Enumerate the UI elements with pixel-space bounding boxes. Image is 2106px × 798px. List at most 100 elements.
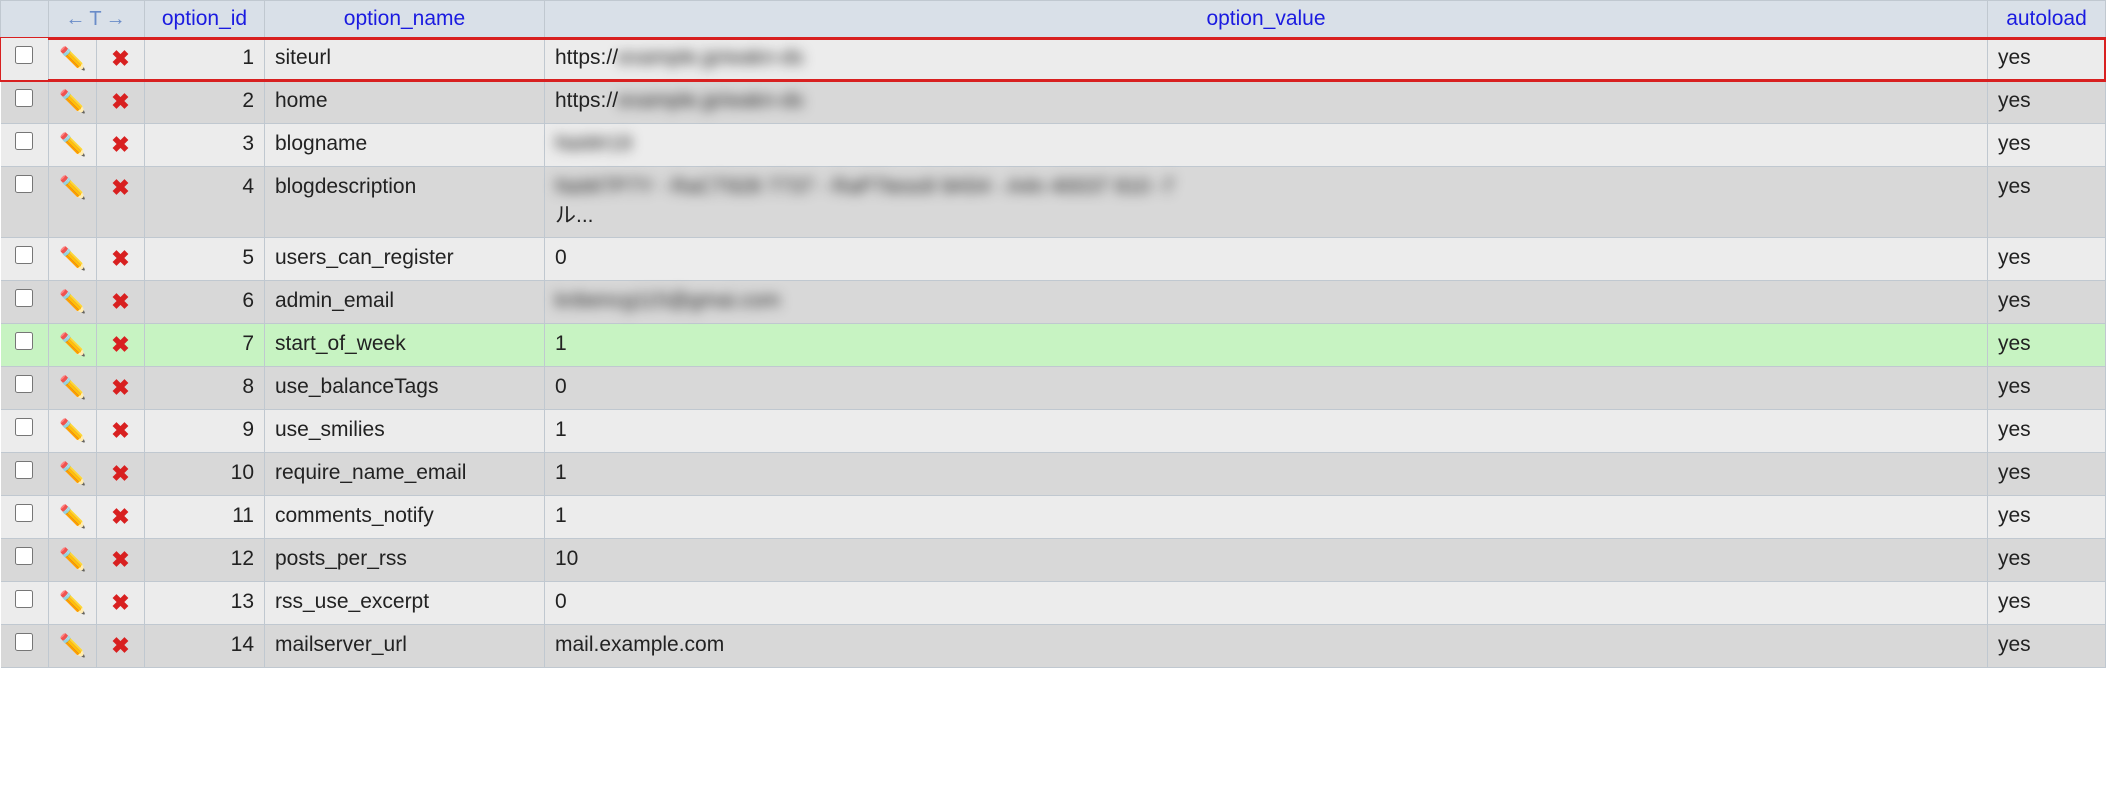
value-prefix: 10 (555, 547, 578, 571)
cell-option-value: NaW7P7Y - RaCT928 7737 - RaP7tess9 9A54 … (545, 167, 1988, 238)
cell-option-id: 12 (145, 539, 265, 582)
cell-edit: ✏️ (49, 410, 97, 453)
table-row: ✏️✖4blogdescriptionNaW7P7Y - RaCT928 773… (1, 167, 2106, 238)
cell-edit: ✏️ (49, 367, 97, 410)
value-redacted: knbencg115@gmai.com (555, 289, 780, 313)
edit-pencil-icon[interactable]: ✏️ (59, 504, 86, 530)
delete-x-icon[interactable]: ✖ (111, 504, 129, 530)
column-header-option-value[interactable]: option_value (545, 1, 1988, 38)
table-row: ✏️✖6admin_emailknbencg115@gmai.comyes (1, 281, 2106, 324)
cell-checkbox (1, 410, 49, 453)
edit-pencil-icon[interactable]: ✏️ (59, 89, 86, 115)
cell-delete: ✖ (97, 324, 145, 367)
edit-pencil-icon[interactable]: ✏️ (59, 375, 86, 401)
column-header-actions[interactable]: ←T→ (49, 1, 145, 38)
delete-x-icon[interactable]: ✖ (111, 633, 129, 659)
table-row: ✏️✖10require_name_email1yes (1, 453, 2106, 496)
row-checkbox[interactable] (15, 590, 33, 608)
options-table: ←T→ option_id option_name option_value a… (0, 0, 2106, 668)
delete-x-icon[interactable]: ✖ (111, 375, 129, 401)
table-row: ✏️✖2homehttps://example.jp/wakn-dsyes (1, 81, 2106, 124)
table-row: ✏️✖13rss_use_excerpt0yes (1, 582, 2106, 625)
edit-pencil-icon[interactable]: ✏️ (59, 547, 86, 573)
row-checkbox[interactable] (15, 46, 33, 64)
row-checkbox[interactable] (15, 633, 33, 651)
table-row: ✏️✖5users_can_register0yes (1, 238, 2106, 281)
cell-edit: ✏️ (49, 81, 97, 124)
cell-edit: ✏️ (49, 238, 97, 281)
row-checkbox[interactable] (15, 289, 33, 307)
value-redacted: example.jp/wakn-ds (618, 89, 804, 113)
cell-checkbox (1, 496, 49, 539)
edit-pencil-icon[interactable]: ✏️ (59, 289, 86, 315)
cell-option-value: 0 (545, 582, 1988, 625)
cell-option-name: blogdescription (265, 167, 545, 238)
delete-x-icon[interactable]: ✖ (111, 547, 129, 573)
table-row: ✏️✖12posts_per_rss10yes (1, 539, 2106, 582)
value-redacted: NaWr19 (555, 132, 632, 156)
delete-x-icon[interactable]: ✖ (111, 332, 129, 358)
edit-pencil-icon[interactable]: ✏️ (59, 633, 86, 659)
cell-edit: ✏️ (49, 38, 97, 81)
cell-autoload: yes (1988, 496, 2106, 539)
row-checkbox[interactable] (15, 332, 33, 350)
delete-x-icon[interactable]: ✖ (111, 132, 129, 158)
row-checkbox[interactable] (15, 504, 33, 522)
row-checkbox[interactable] (15, 175, 33, 193)
column-header-option-id[interactable]: option_id (145, 1, 265, 38)
cell-edit: ✏️ (49, 539, 97, 582)
edit-pencil-icon[interactable]: ✏️ (59, 132, 86, 158)
edit-pencil-icon[interactable]: ✏️ (59, 332, 86, 358)
delete-x-icon[interactable]: ✖ (111, 175, 129, 201)
row-checkbox[interactable] (15, 547, 33, 565)
edit-pencil-icon[interactable]: ✏️ (59, 175, 86, 201)
cell-delete: ✖ (97, 38, 145, 81)
row-checkbox[interactable] (15, 375, 33, 393)
cell-delete: ✖ (97, 410, 145, 453)
cell-option-name: require_name_email (265, 453, 545, 496)
cell-option-name: users_can_register (265, 238, 545, 281)
table-row: ✏️✖14mailserver_urlmail.example.comyes (1, 625, 2106, 668)
value-prefix: 1 (555, 332, 567, 356)
delete-x-icon[interactable]: ✖ (111, 461, 129, 487)
cell-option-value: 10 (545, 539, 1988, 582)
row-checkbox[interactable] (15, 461, 33, 479)
edit-pencil-icon[interactable]: ✏️ (59, 461, 86, 487)
cell-option-name: blogname (265, 124, 545, 167)
row-checkbox[interactable] (15, 89, 33, 107)
delete-x-icon[interactable]: ✖ (111, 89, 129, 115)
value-prefix: 1 (555, 418, 567, 442)
row-checkbox[interactable] (15, 418, 33, 436)
cell-edit: ✏️ (49, 324, 97, 367)
cell-option-id: 7 (145, 324, 265, 367)
value-prefix: 1 (555, 504, 567, 528)
cell-option-id: 3 (145, 124, 265, 167)
cell-option-name: comments_notify (265, 496, 545, 539)
edit-pencil-icon[interactable]: ✏️ (59, 418, 86, 444)
cell-autoload: yes (1988, 324, 2106, 367)
cell-option-value: NaWr19 (545, 124, 1988, 167)
edit-pencil-icon[interactable]: ✏️ (59, 590, 86, 616)
row-checkbox[interactable] (15, 132, 33, 150)
row-checkbox[interactable] (15, 246, 33, 264)
column-header-autoload[interactable]: autoload (1988, 1, 2106, 38)
column-header-option-name[interactable]: option_name (265, 1, 545, 38)
delete-x-icon[interactable]: ✖ (111, 46, 129, 72)
table-row: ✏️✖1siteurlhttps://example.jp/wakn-dsyes (1, 38, 2106, 81)
delete-x-icon[interactable]: ✖ (111, 246, 129, 272)
delete-x-icon[interactable]: ✖ (111, 289, 129, 315)
column-header-checkbox (1, 1, 49, 38)
cell-delete: ✖ (97, 625, 145, 668)
cell-option-id: 11 (145, 496, 265, 539)
cell-option-name: admin_email (265, 281, 545, 324)
edit-pencil-icon[interactable]: ✏️ (59, 246, 86, 272)
cell-option-id: 14 (145, 625, 265, 668)
cell-edit: ✏️ (49, 496, 97, 539)
edit-pencil-icon[interactable]: ✏️ (59, 46, 86, 72)
cell-option-name: start_of_week (265, 324, 545, 367)
cell-checkbox (1, 582, 49, 625)
cell-checkbox (1, 625, 49, 668)
cell-autoload: yes (1988, 539, 2106, 582)
delete-x-icon[interactable]: ✖ (111, 418, 129, 444)
delete-x-icon[interactable]: ✖ (111, 590, 129, 616)
